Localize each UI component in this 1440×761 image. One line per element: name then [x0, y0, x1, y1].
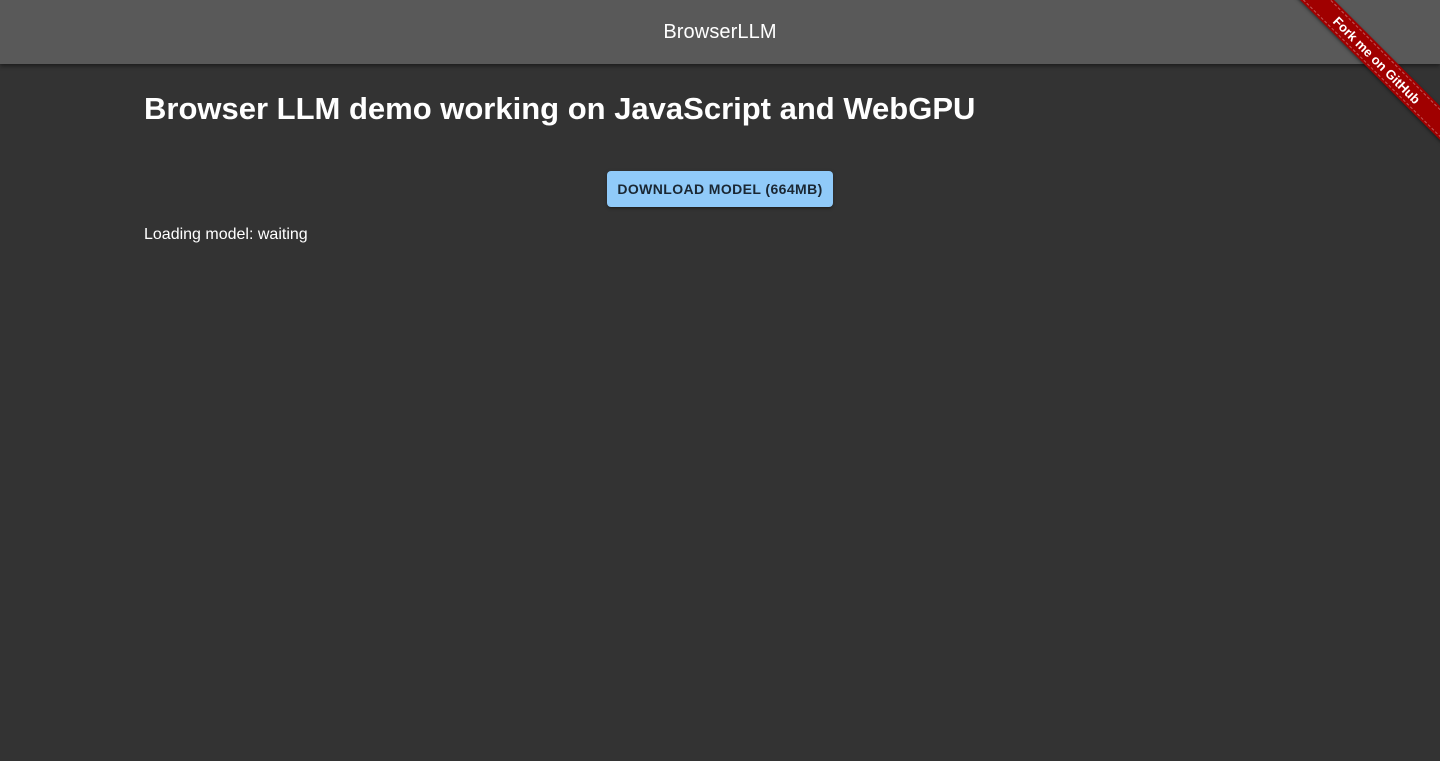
github-ribbon-container: Fork me on GitHub: [1290, 0, 1440, 150]
app-bar: BrowserLLM: [0, 0, 1440, 64]
loading-status: Loading model: waiting: [144, 226, 308, 243]
page-title: Browser LLM demo working on JavaScript a…: [144, 91, 976, 126]
ribbon-label: Fork me on GitHub: [1330, 13, 1424, 107]
fork-me-on-github-ribbon[interactable]: Fork me on GitHub: [1294, 0, 1440, 143]
app-title: BrowserLLM: [663, 20, 777, 43]
download-model-button[interactable]: DOWNLOAD MODEL (664MB): [607, 171, 833, 207]
